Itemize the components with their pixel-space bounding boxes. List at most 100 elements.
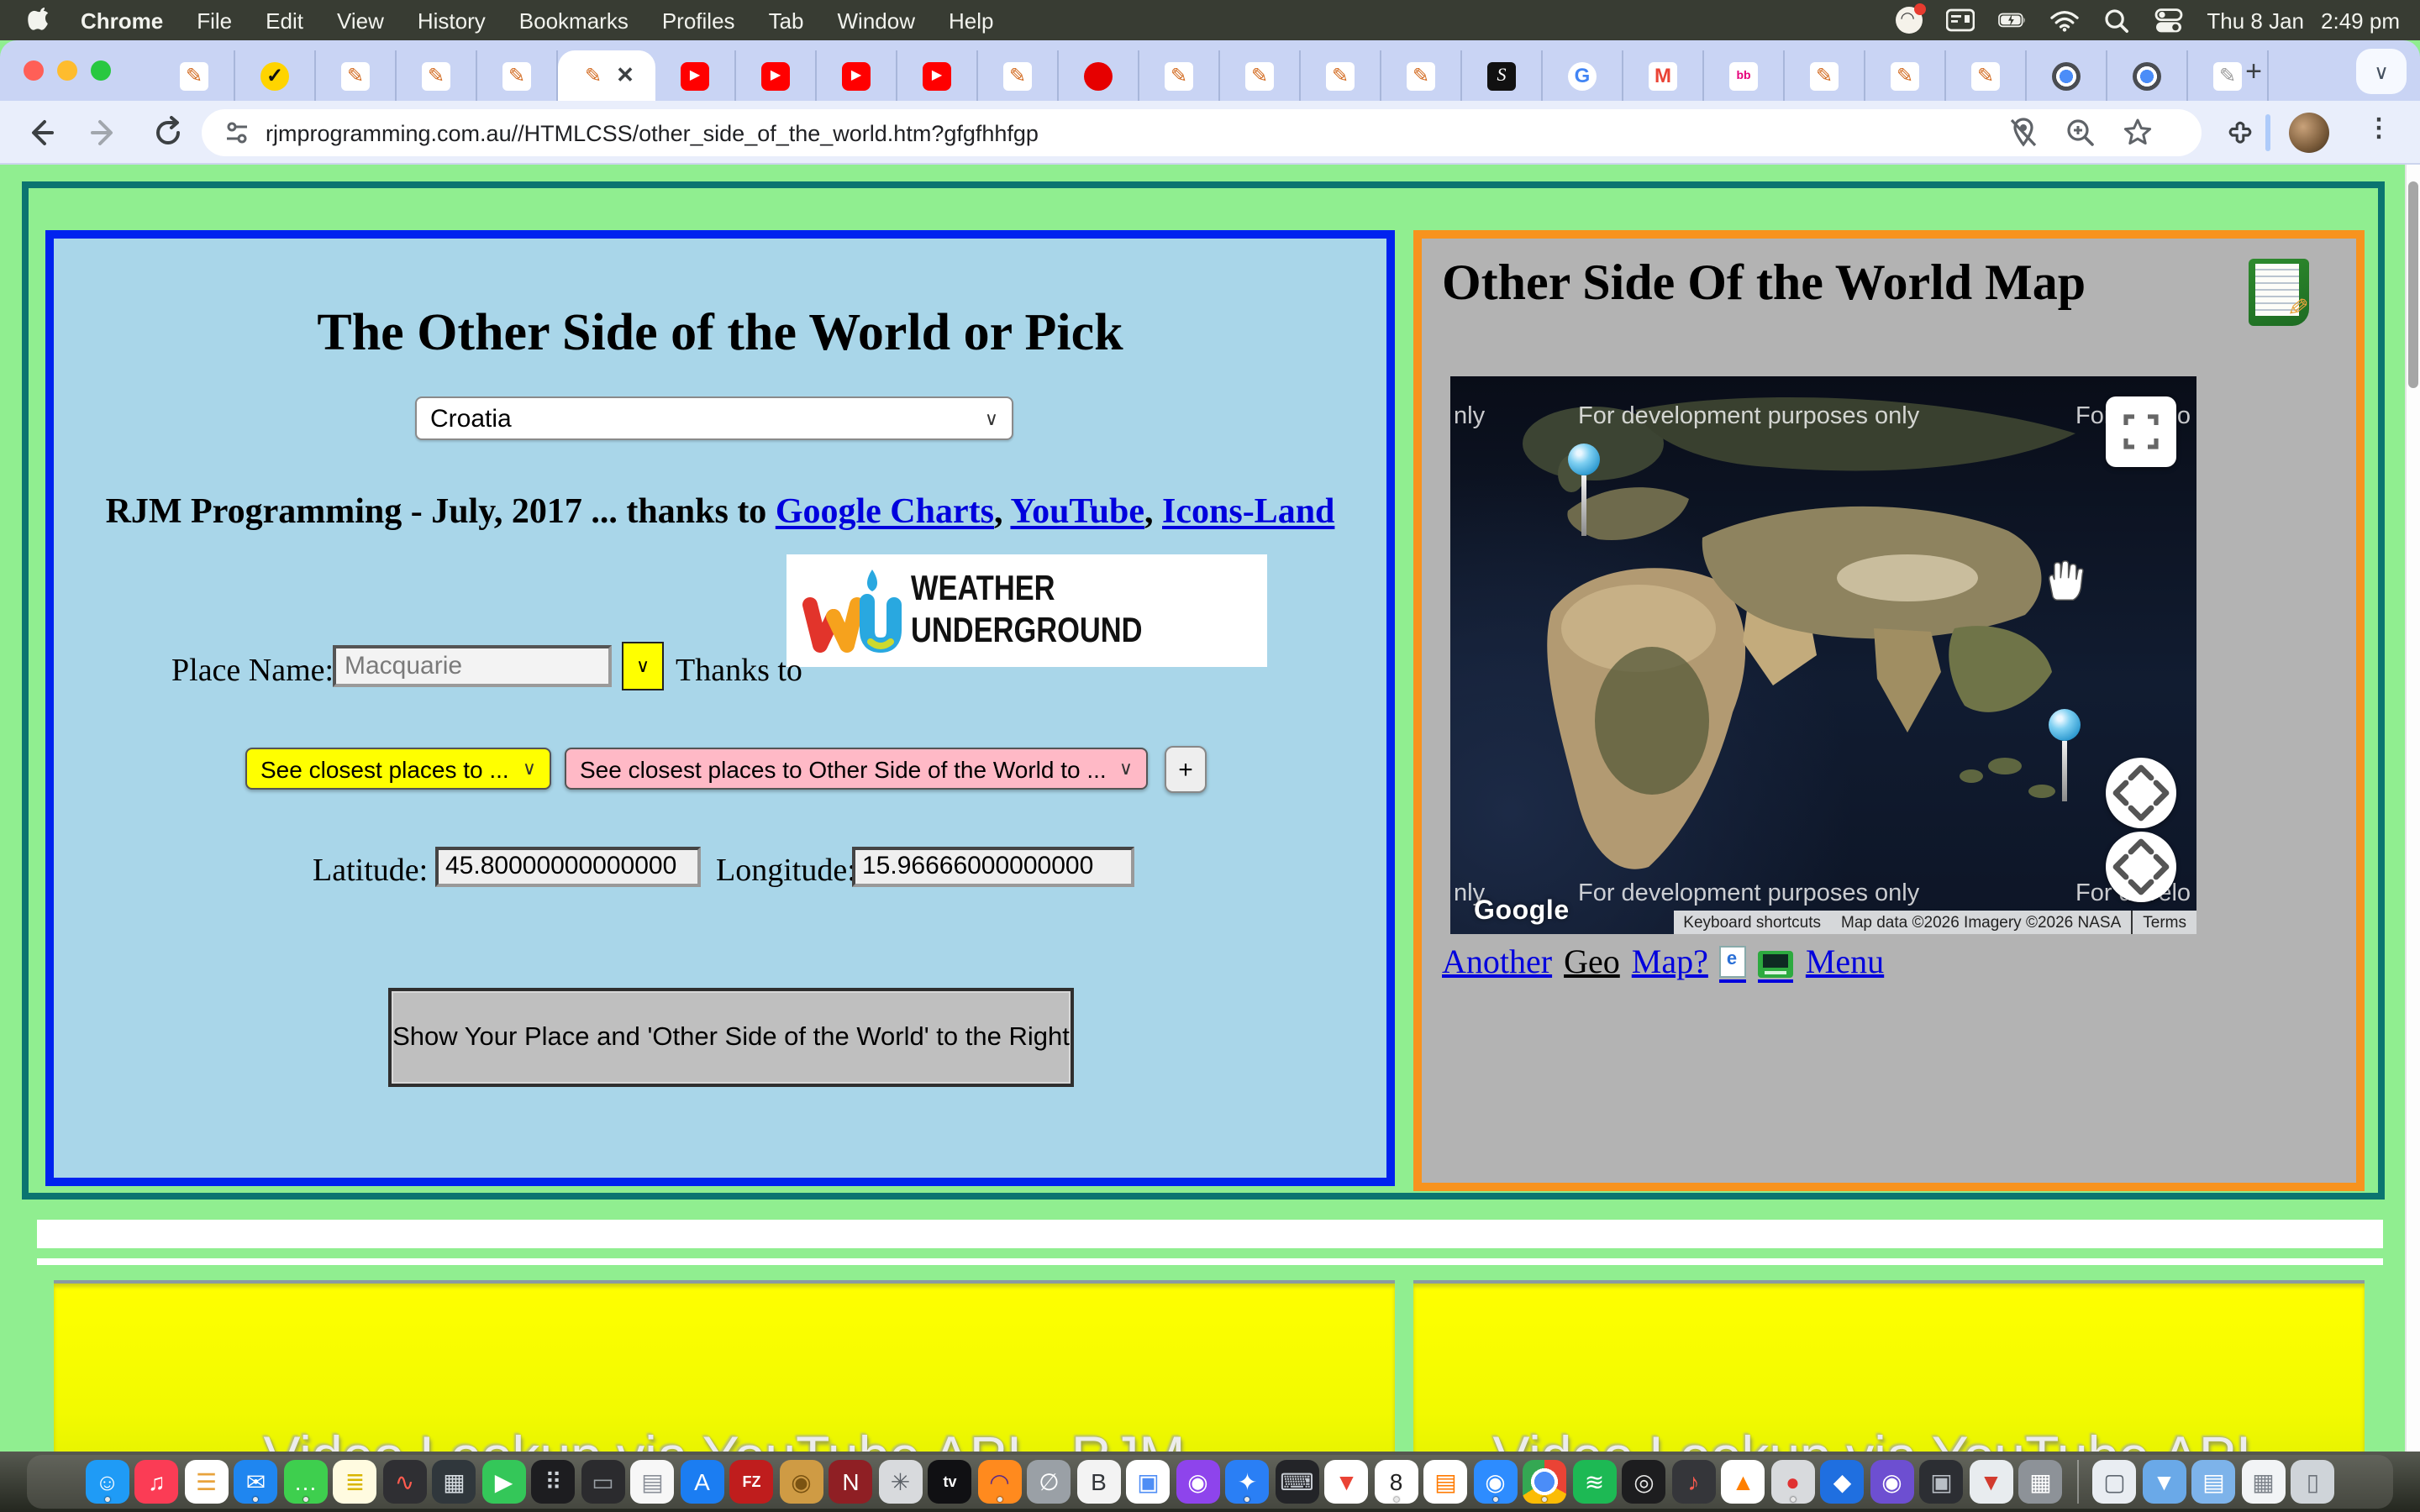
place-map-pin[interactable] — [1568, 444, 1602, 536]
longitude-input[interactable]: 15.96666000000000 — [852, 847, 1134, 887]
fullscreen-window-button[interactable] — [91, 60, 111, 81]
tab-pencil[interactable]: ✎ — [397, 50, 477, 101]
fullscreen-button[interactable] — [2106, 396, 2176, 467]
tab-pencil[interactable]: ✎ — [1381, 50, 1462, 101]
books-dock-icon[interactable]: ▤ — [1424, 1460, 1468, 1504]
icons-land-link[interactable]: Icons-Land — [1162, 491, 1334, 531]
tab-youtube[interactable]: ▶ — [897, 50, 978, 101]
preview-dock-icon[interactable]: ▣ — [1127, 1460, 1171, 1504]
add-button[interactable]: + — [1165, 746, 1207, 793]
netflix-dock-icon[interactable]: N — [829, 1460, 873, 1504]
browser-menu-icon[interactable]: ⋮ — [2366, 113, 2391, 143]
zoom-icon[interactable] — [2064, 116, 2097, 150]
purple-app-dock-icon[interactable]: ◉ — [1870, 1460, 1914, 1504]
tab-pencil[interactable]: ✎ — [477, 50, 558, 101]
tab-youtube[interactable]: ▶ — [736, 50, 817, 101]
back-icon[interactable] — [24, 116, 57, 150]
zoom-dock-icon[interactable]: ◉ — [1474, 1460, 1518, 1504]
messages-dock-icon[interactable]: … — [284, 1460, 328, 1504]
menu-help[interactable]: Help — [932, 8, 1011, 33]
country-select[interactable]: Croatia ∨ — [415, 396, 1013, 440]
filezilla-dock-icon[interactable]: FZ — [730, 1460, 774, 1504]
menu-tab[interactable]: Tab — [752, 8, 821, 33]
reminders-dock-icon[interactable]: ☰ — [185, 1460, 229, 1504]
menu-view[interactable]: View — [320, 8, 401, 33]
location-blocked-icon[interactable] — [2007, 116, 2040, 150]
firefox-dock-icon[interactable]: ◠ — [978, 1460, 1022, 1504]
phone-dock-icon[interactable]: ⠿ — [532, 1460, 576, 1504]
bbedit-dock-icon[interactable]: B — [1077, 1460, 1121, 1504]
keyboard-panel-icon[interactable] — [1946, 6, 1975, 34]
tab-google[interactable]: G — [1543, 50, 1623, 101]
closest-places-select[interactable]: See closest places to ... ∨ — [245, 748, 551, 790]
latitude-input[interactable]: 45.80000000000000 — [435, 847, 701, 887]
mission-control-dock-icon[interactable]: ▢ — [2093, 1460, 2137, 1504]
place-dropdown-button[interactable]: ∨ — [622, 642, 664, 690]
finder-dock-icon[interactable]: ☺ — [86, 1460, 129, 1504]
active-tab-pencil[interactable]: ✎✕ — [558, 50, 655, 101]
menu-chrome[interactable]: Chrome — [64, 8, 180, 33]
maps-dock-icon[interactable]: ▼ — [1325, 1460, 1369, 1504]
menu-edit[interactable]: Edit — [249, 8, 320, 33]
tab-youtube[interactable]: ▶ — [817, 50, 897, 101]
bookmark-star-icon[interactable] — [2121, 116, 2154, 150]
music-dock-icon[interactable]: ♫ — [135, 1460, 179, 1504]
map-question-link[interactable]: Map? — [1632, 944, 1708, 983]
screenshot-file-dock-icon[interactable]: ▦ — [2242, 1460, 2286, 1504]
antipode-map-pin[interactable] — [2049, 709, 2082, 801]
extensions-icon[interactable] — [2222, 118, 2255, 151]
closest-other-side-select[interactable]: See closest places to Other Side of the … — [565, 748, 1148, 790]
tab-check[interactable]: ✓ — [235, 50, 316, 101]
tab-pencil[interactable]: ✎ — [1220, 50, 1301, 101]
vlc-dock-icon[interactable]: ▲ — [1722, 1460, 1765, 1504]
obs-dock-icon[interactable]: ◎ — [1623, 1460, 1666, 1504]
page-scrollbar[interactable] — [2405, 165, 2420, 1455]
tab-pencil[interactable]: ✎ — [316, 50, 397, 101]
app-notification-icon[interactable] — [1894, 6, 1923, 34]
pan-control-upper[interactable] — [2106, 758, 2176, 828]
tab-pencil[interactable]: ✎ — [1946, 50, 2027, 101]
apple-tv-dock-icon[interactable]: tv — [929, 1460, 972, 1504]
site-info-icon[interactable] — [222, 118, 252, 148]
iphone-mirroring-dock-icon[interactable]: ▭ — [581, 1460, 625, 1504]
pin-app-dock-icon[interactable]: ▼ — [1970, 1460, 2013, 1504]
address-bar[interactable]: rjmprogramming.com.au//HTMLCSS/other_sid… — [202, 109, 2202, 156]
record-app-dock-icon[interactable]: ● — [1771, 1460, 1815, 1504]
geo-link[interactable]: Geo — [1564, 944, 1620, 983]
podcasts-dock-icon[interactable]: ◉ — [1176, 1460, 1220, 1504]
terms-link[interactable]: Terms — [2131, 911, 2196, 934]
keyboard-shortcuts-link[interactable]: Keyboard shortcuts — [1673, 911, 1831, 934]
tab-pencil[interactable]: ✎ — [1865, 50, 1946, 101]
calendar-dock-icon[interactable]: 8 — [1375, 1460, 1418, 1504]
forward-icon[interactable] — [87, 116, 121, 150]
tab-chrome[interactable] — [2107, 50, 2188, 101]
tab-gmail[interactable]: M — [1623, 50, 1704, 101]
close-window-button[interactable] — [24, 60, 44, 81]
chrome-dock-icon[interactable] — [1523, 1460, 1567, 1504]
facetime-dock-icon[interactable]: ▶ — [482, 1460, 526, 1504]
doc-link-icon[interactable] — [1720, 946, 1747, 983]
scrollbar-thumb[interactable] — [2408, 181, 2418, 388]
documents-folder-dock-icon[interactable]: ▤ — [2192, 1460, 2236, 1504]
pan-control-lower[interactable] — [2106, 832, 2176, 902]
notepad-icon[interactable]: ✎ — [2249, 259, 2309, 326]
blue-app-dock-icon[interactable]: ◆ — [1821, 1460, 1865, 1504]
apple-logo-icon[interactable] — [27, 7, 54, 34]
google-charts-link[interactable]: Google Charts — [776, 491, 994, 531]
menu-bookmarks[interactable]: Bookmarks — [502, 8, 645, 33]
tab-close-icon[interactable]: ✕ — [616, 62, 634, 89]
tab-record[interactable] — [1059, 50, 1139, 101]
gray-app-dock-icon[interactable]: ▦ — [2019, 1460, 2063, 1504]
spotify-dock-icon[interactable]: ≋ — [1573, 1460, 1617, 1504]
spotlight-search-icon[interactable] — [2102, 6, 2131, 34]
place-name-input[interactable]: Macquarie — [333, 645, 612, 687]
keyboard-app-dock-icon[interactable]: ⌨ — [1276, 1460, 1319, 1504]
app-store-dock-icon[interactable]: A — [681, 1460, 724, 1504]
profile-avatar[interactable] — [2289, 113, 2329, 153]
tab-search-chevron-icon[interactable]: ∨ — [2356, 49, 2407, 94]
youtube-link[interactable]: YouTube — [1010, 491, 1144, 531]
menubar-clock[interactable]: Thu 8 Jan 2:49 pm — [2207, 8, 2400, 33]
tab-pencil[interactable]: ✎ — [1301, 50, 1381, 101]
minimize-window-button[interactable] — [57, 60, 77, 81]
google-map[interactable]: nly For development purposes only For de… — [1450, 376, 2196, 934]
